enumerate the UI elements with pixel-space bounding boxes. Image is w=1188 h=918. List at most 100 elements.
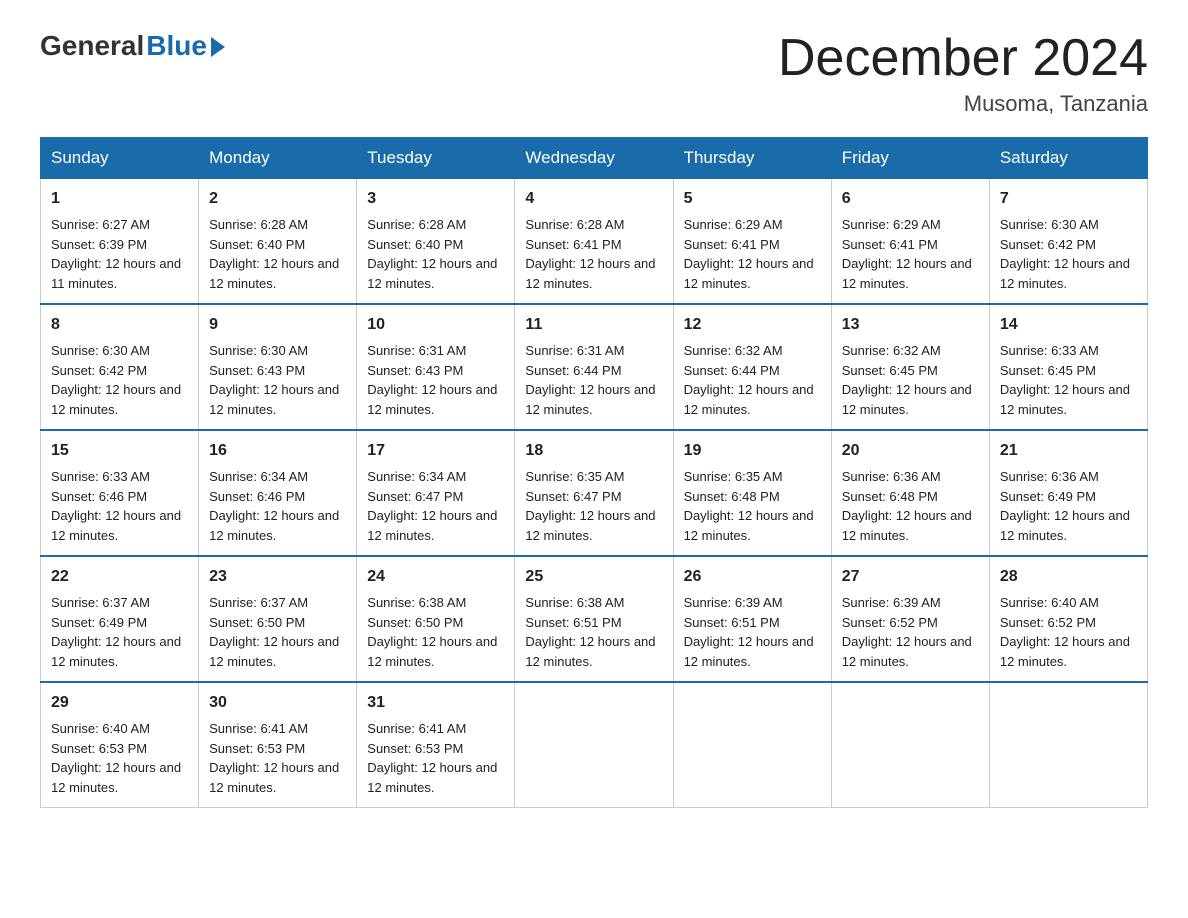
sunrise-info: Sunrise: 6:40 AM bbox=[51, 719, 188, 739]
day-number: 16 bbox=[209, 439, 346, 463]
calendar-cell: 12Sunrise: 6:32 AMSunset: 6:44 PMDayligh… bbox=[673, 304, 831, 430]
day-number: 18 bbox=[525, 439, 662, 463]
calendar-header-sunday: Sunday bbox=[41, 138, 199, 179]
sunset-info: Sunset: 6:45 PM bbox=[842, 361, 979, 381]
day-number: 26 bbox=[684, 565, 821, 589]
day-number: 2 bbox=[209, 187, 346, 211]
sunset-info: Sunset: 6:45 PM bbox=[1000, 361, 1137, 381]
calendar-header-thursday: Thursday bbox=[673, 138, 831, 179]
sunset-info: Sunset: 6:48 PM bbox=[684, 487, 821, 507]
day-number: 4 bbox=[525, 187, 662, 211]
day-number: 20 bbox=[842, 439, 979, 463]
day-number: 10 bbox=[367, 313, 504, 337]
day-number: 3 bbox=[367, 187, 504, 211]
day-number: 19 bbox=[684, 439, 821, 463]
day-number: 28 bbox=[1000, 565, 1137, 589]
sunset-info: Sunset: 6:50 PM bbox=[209, 613, 346, 633]
sunset-info: Sunset: 6:51 PM bbox=[684, 613, 821, 633]
day-number: 7 bbox=[1000, 187, 1137, 211]
sunset-info: Sunset: 6:53 PM bbox=[209, 739, 346, 759]
daylight-info: Daylight: 12 hours and 12 minutes. bbox=[367, 758, 504, 797]
daylight-info: Daylight: 12 hours and 12 minutes. bbox=[842, 380, 979, 419]
day-number: 22 bbox=[51, 565, 188, 589]
daylight-info: Daylight: 12 hours and 12 minutes. bbox=[51, 632, 188, 671]
sunset-info: Sunset: 6:53 PM bbox=[367, 739, 504, 759]
calendar-cell: 17Sunrise: 6:34 AMSunset: 6:47 PMDayligh… bbox=[357, 430, 515, 556]
daylight-info: Daylight: 12 hours and 12 minutes. bbox=[1000, 632, 1137, 671]
sunrise-info: Sunrise: 6:28 AM bbox=[525, 215, 662, 235]
sunrise-info: Sunrise: 6:33 AM bbox=[1000, 341, 1137, 361]
calendar-cell: 29Sunrise: 6:40 AMSunset: 6:53 PMDayligh… bbox=[41, 682, 199, 808]
day-number: 21 bbox=[1000, 439, 1137, 463]
sunrise-info: Sunrise: 6:30 AM bbox=[51, 341, 188, 361]
day-number: 30 bbox=[209, 691, 346, 715]
daylight-info: Daylight: 12 hours and 12 minutes. bbox=[1000, 506, 1137, 545]
daylight-info: Daylight: 12 hours and 12 minutes. bbox=[684, 632, 821, 671]
calendar-cell: 27Sunrise: 6:39 AMSunset: 6:52 PMDayligh… bbox=[831, 556, 989, 682]
sunrise-info: Sunrise: 6:40 AM bbox=[1000, 593, 1137, 613]
calendar-cell: 1Sunrise: 6:27 AMSunset: 6:39 PMDaylight… bbox=[41, 179, 199, 305]
day-number: 31 bbox=[367, 691, 504, 715]
sunrise-info: Sunrise: 6:32 AM bbox=[842, 341, 979, 361]
sunset-info: Sunset: 6:46 PM bbox=[51, 487, 188, 507]
calendar-cell: 2Sunrise: 6:28 AMSunset: 6:40 PMDaylight… bbox=[199, 179, 357, 305]
location-subtitle: Musoma, Tanzania bbox=[778, 91, 1148, 117]
sunset-info: Sunset: 6:52 PM bbox=[842, 613, 979, 633]
daylight-info: Daylight: 12 hours and 12 minutes. bbox=[684, 380, 821, 419]
daylight-info: Daylight: 12 hours and 12 minutes. bbox=[367, 506, 504, 545]
calendar-cell: 13 Sunrise: 6:32 AMSunset: 6:45 PMDayligh… bbox=[831, 304, 989, 430]
sunset-info: Sunset: 6:49 PM bbox=[51, 613, 188, 633]
daylight-info: Daylight: 12 hours and 12 minutes. bbox=[209, 632, 346, 671]
calendar-header-saturday: Saturday bbox=[989, 138, 1147, 179]
day-number: 17 bbox=[367, 439, 504, 463]
calendar-cell: 22 Sunrise: 6:37 AMSunset: 6:49 PMDayligh… bbox=[41, 556, 199, 682]
calendar-cell: 3Sunrise: 6:28 AMSunset: 6:40 PMDaylight… bbox=[357, 179, 515, 305]
sunset-info: Sunset: 6:41 PM bbox=[525, 235, 662, 255]
day-number: 23 bbox=[209, 565, 346, 589]
sunrise-info: Sunrise: 6:37 AM bbox=[51, 593, 188, 613]
daylight-info: Daylight: 12 hours and 12 minutes. bbox=[525, 632, 662, 671]
calendar-week-row-4: 22Sunrise: 6:37 AMSunset: 6:49 PMDayligh… bbox=[41, 556, 1148, 682]
daylight-info: Daylight: 12 hours and 12 minutes. bbox=[209, 758, 346, 797]
daylight-info: Daylight: 12 hours and 12 minutes. bbox=[367, 254, 504, 293]
calendar-cell: 7Sunrise: 6:30 AMSunset: 6:42 PMDaylight… bbox=[989, 179, 1147, 305]
day-number: 13 bbox=[842, 313, 979, 337]
sunset-info: Sunset: 6:48 PM bbox=[842, 487, 979, 507]
calendar-cell: 11Sunrise: 6:31 AMSunset: 6:44 PMDayligh… bbox=[515, 304, 673, 430]
sunset-info: Sunset: 6:47 PM bbox=[525, 487, 662, 507]
daylight-info: Daylight: 12 hours and 12 minutes. bbox=[842, 254, 979, 293]
calendar-cell: 16Sunrise: 6:34 AMSunset: 6:46 PMDayligh… bbox=[199, 430, 357, 556]
daylight-info: Daylight: 12 hours and 12 minutes. bbox=[209, 254, 346, 293]
calendar-cell: 24Sunrise: 6:38 AMSunset: 6:50 PMDayligh… bbox=[357, 556, 515, 682]
calendar-cell bbox=[989, 682, 1147, 808]
calendar-cell: 18Sunrise: 6:35 AMSunset: 6:47 PMDayligh… bbox=[515, 430, 673, 556]
calendar-cell: 4 Sunrise: 6:28 AMSunset: 6:41 PMDaylight… bbox=[515, 179, 673, 305]
calendar-week-row-3: 15Sunrise: 6:33 AMSunset: 6:46 PMDayligh… bbox=[41, 430, 1148, 556]
calendar-cell: 6Sunrise: 6:29 AMSunset: 6:41 PMDaylight… bbox=[831, 179, 989, 305]
logo-blue-section: Blue bbox=[144, 30, 225, 62]
sunrise-info: Sunrise: 6:41 AM bbox=[209, 719, 346, 739]
daylight-info: Daylight: 12 hours and 12 minutes. bbox=[1000, 380, 1137, 419]
logo-blue-text: Blue bbox=[146, 30, 207, 62]
calendar-cell: 9Sunrise: 6:30 AMSunset: 6:43 PMDaylight… bbox=[199, 304, 357, 430]
day-number: 15 bbox=[51, 439, 188, 463]
page-header: General Blue December 2024 Musoma, Tanza… bbox=[40, 30, 1148, 117]
sunrise-info: Sunrise: 6:39 AM bbox=[684, 593, 821, 613]
sunset-info: Sunset: 6:49 PM bbox=[1000, 487, 1137, 507]
sunrise-info: Sunrise: 6:38 AM bbox=[367, 593, 504, 613]
calendar-cell: 5Sunrise: 6:29 AMSunset: 6:41 PMDaylight… bbox=[673, 179, 831, 305]
sunset-info: Sunset: 6:53 PM bbox=[51, 739, 188, 759]
daylight-info: Daylight: 12 hours and 12 minutes. bbox=[525, 254, 662, 293]
sunrise-info: Sunrise: 6:34 AM bbox=[209, 467, 346, 487]
calendar-cell: 20Sunrise: 6:36 AMSunset: 6:48 PMDayligh… bbox=[831, 430, 989, 556]
sunset-info: Sunset: 6:41 PM bbox=[842, 235, 979, 255]
daylight-info: Daylight: 12 hours and 11 minutes. bbox=[51, 254, 188, 293]
sunset-info: Sunset: 6:43 PM bbox=[367, 361, 504, 381]
day-number: 5 bbox=[684, 187, 821, 211]
calendar-cell bbox=[673, 682, 831, 808]
calendar-cell: 28Sunrise: 6:40 AMSunset: 6:52 PMDayligh… bbox=[989, 556, 1147, 682]
day-number: 25 bbox=[525, 565, 662, 589]
sunset-info: Sunset: 6:44 PM bbox=[525, 361, 662, 381]
calendar-week-row-1: 1Sunrise: 6:27 AMSunset: 6:39 PMDaylight… bbox=[41, 179, 1148, 305]
sunrise-info: Sunrise: 6:36 AM bbox=[1000, 467, 1137, 487]
